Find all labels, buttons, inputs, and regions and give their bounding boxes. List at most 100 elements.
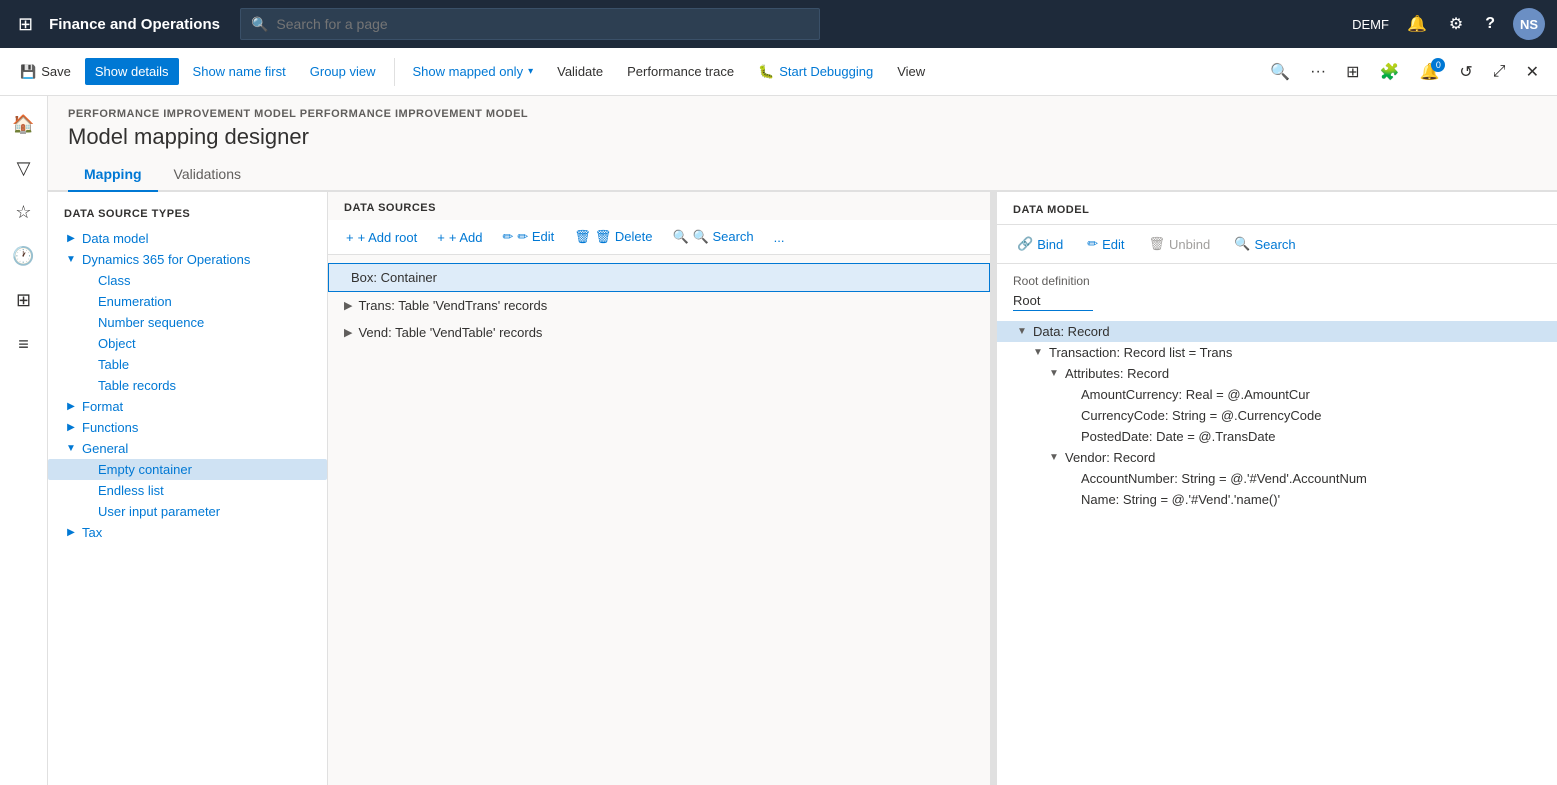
notification-icon[interactable]: 🔔 <box>1403 10 1431 38</box>
dm-item-attributes[interactable]: ▼ Attributes: Record <box>997 363 1557 384</box>
ds-item-trans[interactable]: ▶ Trans: Table 'VendTrans' records <box>328 292 990 319</box>
tree-label-table: Table <box>98 357 129 372</box>
search-button[interactable]: 🔍 🔍 Search <box>664 224 761 250</box>
commandbar-right: 🔍 ··· ⊞ 🧩 🔔 0 ↺ ⤢ ✕ <box>1262 56 1547 88</box>
tab-validations[interactable]: Validations <box>158 158 257 192</box>
show-mapped-only-button[interactable]: Show mapped only ▾ <box>403 58 544 85</box>
nav-grid-icon[interactable]: ⊞ <box>4 280 44 320</box>
debug-icon: 🐛 <box>758 64 774 80</box>
more-options-btn[interactable]: ··· <box>1302 57 1334 87</box>
nav-filter-icon[interactable]: ▽ <box>4 148 44 188</box>
tree-item-tax[interactable]: ▶ Tax <box>48 522 327 543</box>
tree-item-table[interactable]: Table <box>48 354 327 375</box>
tree-item-data-model[interactable]: ▶ Data model <box>48 228 327 249</box>
dm-toggle-data: ▼ <box>1017 326 1029 337</box>
edit-button[interactable]: ✏ ✏ Edit <box>494 224 562 250</box>
unbind-button[interactable]: 🗑 Unbind <box>1141 231 1219 257</box>
settings-icon[interactable]: ⚙ <box>1445 10 1467 38</box>
user-label: DEMF <box>1352 17 1389 32</box>
nav-recent-icon[interactable]: 🕐 <box>4 236 44 276</box>
root-definition-value: Root <box>1013 293 1093 311</box>
tree-item-object[interactable]: Object <box>48 333 327 354</box>
layout-icon-btn[interactable]: ⊞ <box>1338 56 1367 88</box>
close-btn[interactable]: ✕ <box>1518 56 1547 88</box>
nav-favorites-icon[interactable]: ☆ <box>4 192 44 232</box>
help-icon[interactable]: ? <box>1481 11 1499 37</box>
save-button[interactable]: 💾 Save <box>10 58 81 86</box>
tree-item-class[interactable]: Class <box>48 270 327 291</box>
tree-item-endless-list[interactable]: Endless list <box>48 480 327 501</box>
tab-mapping[interactable]: Mapping <box>68 158 158 192</box>
more-button[interactable]: ... <box>766 225 793 250</box>
tree-label-dynamics365: Dynamics 365 for Operations <box>82 252 250 267</box>
toggle-endless-list <box>80 484 94 498</box>
search-icon-btn[interactable]: 🔍 <box>1262 56 1298 88</box>
dm-toggle-attributes: ▼ <box>1049 368 1061 379</box>
page-title: Model mapping designer <box>68 124 1537 150</box>
refresh-btn[interactable]: ↺ <box>1451 56 1480 88</box>
tree-item-dynamics365[interactable]: ▼ Dynamics 365 for Operations <box>48 249 327 270</box>
nav-list-icon[interactable]: ≡ <box>4 324 44 364</box>
show-details-button[interactable]: Show details <box>85 58 179 85</box>
bind-button[interactable]: 🔗 Bind <box>1009 231 1071 257</box>
add-root-button[interactable]: + + Add root <box>338 225 425 250</box>
tree-label-object: Object <box>98 336 136 351</box>
tree-label-general: General <box>82 441 128 456</box>
user-avatar[interactable]: NS <box>1513 8 1545 40</box>
dm-item-vendor[interactable]: ▼ Vendor: Record <box>997 447 1557 468</box>
tree-label-data-model: Data model <box>82 231 148 246</box>
start-debugging-button[interactable]: 🐛 Start Debugging <box>748 58 883 86</box>
dm-item-currency-code[interactable]: CurrencyCode: String = @.CurrencyCode <box>997 405 1557 426</box>
validate-button[interactable]: Validate <box>547 58 613 85</box>
add-button[interactable]: + + Add <box>429 225 490 250</box>
tree-label-endless-list: Endless list <box>98 483 164 498</box>
dm-item-account-number[interactable]: AccountNumber: String = @.'#Vend'.Accoun… <box>997 468 1557 489</box>
toggle-enumeration <box>80 295 94 309</box>
ds-toggle-vend: ▶ <box>344 326 352 339</box>
extension-icon-btn[interactable]: 🧩 <box>1372 56 1408 88</box>
topbar: ⊞ Finance and Operations 🔍 DEMF 🔔 ⚙ ? NS <box>0 0 1557 48</box>
panels: DATA SOURCE TYPES ▶ Data model ▼ Dynamic… <box>48 192 1557 785</box>
tree-item-user-input-parameter[interactable]: User input parameter <box>48 501 327 522</box>
view-button[interactable]: View <box>887 58 935 85</box>
data-source-types-panel: DATA SOURCE TYPES ▶ Data model ▼ Dynamic… <box>48 192 328 785</box>
show-name-first-button[interactable]: Show name first <box>183 58 296 85</box>
dm-item-name[interactable]: Name: String = @.'#Vend'.'name()' <box>997 489 1557 510</box>
dm-edit-button[interactable]: ✏ Edit <box>1079 231 1132 257</box>
toggle-tax: ▶ <box>64 526 78 540</box>
breadcrumb: PERFORMANCE IMPROVEMENT MODEL PERFORMANC… <box>68 108 1537 120</box>
tree-item-table-records[interactable]: Table records <box>48 375 327 396</box>
dm-item-posted-date[interactable]: PostedDate: Date = @.TransDate <box>997 426 1557 447</box>
dm-label-data: Data: Record <box>1033 324 1110 339</box>
performance-trace-button[interactable]: Performance trace <box>617 58 744 85</box>
dm-search-button[interactable]: 🔍 Search <box>1226 231 1303 257</box>
toggle-number-sequence <box>80 316 94 330</box>
tree-item-number-sequence[interactable]: Number sequence <box>48 312 327 333</box>
tree-item-enumeration[interactable]: Enumeration <box>48 291 327 312</box>
tree-label-class: Class <box>98 273 131 288</box>
delete-button[interactable]: 🗑 🗑 Delete <box>566 224 660 250</box>
search-input[interactable] <box>276 16 809 32</box>
dm-item-amount-currency[interactable]: AmountCurrency: Real = @.AmountCur <box>997 384 1557 405</box>
toggle-functions: ▶ <box>64 421 78 435</box>
datasource-toolbar: + + Add root + + Add ✏ ✏ Edit 🗑 🗑 Delete <box>328 220 990 255</box>
popout-btn[interactable]: ⤢ <box>1485 57 1514 87</box>
dm-label-attributes: Attributes: Record <box>1065 366 1169 381</box>
delete-icon: 🗑 <box>574 229 591 245</box>
add-root-icon: + <box>346 230 354 245</box>
root-definition-label: Root definition <box>1013 274 1541 288</box>
global-search-box[interactable]: 🔍 <box>240 8 820 40</box>
group-view-button[interactable]: Group view <box>300 58 386 85</box>
tree-item-general[interactable]: ▼ General <box>48 438 327 459</box>
nav-home-icon[interactable]: 🏠 <box>4 104 44 144</box>
search-ds-icon: 🔍 <box>672 229 688 245</box>
dm-item-transaction[interactable]: ▼ Transaction: Record list = Trans <box>997 342 1557 363</box>
tree-item-format[interactable]: ▶ Format <box>48 396 327 417</box>
tree-item-empty-container[interactable]: Empty container <box>48 459 327 480</box>
tree-item-functions[interactable]: ▶ Functions <box>48 417 327 438</box>
grid-icon[interactable]: ⊞ <box>12 8 39 41</box>
main-layout: 🏠 ▽ ☆ 🕐 ⊞ ≡ PERFORMANCE IMPROVEMENT MODE… <box>0 96 1557 785</box>
ds-item-box[interactable]: Box: Container <box>328 263 990 292</box>
ds-item-vend[interactable]: ▶ Vend: Table 'VendTable' records <box>328 319 990 346</box>
dm-item-data-record[interactable]: ▼ Data: Record <box>997 321 1557 342</box>
